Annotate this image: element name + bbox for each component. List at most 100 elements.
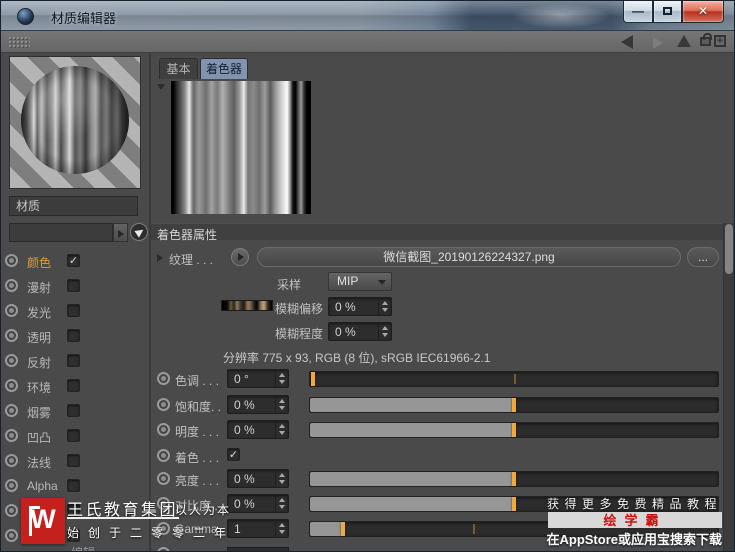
slider-fill xyxy=(310,423,514,437)
close-button[interactable]: ✕ xyxy=(682,1,724,23)
material-preview[interactable] xyxy=(9,56,141,189)
slider-handle[interactable] xyxy=(340,522,345,536)
value-input[interactable]: 0 % xyxy=(227,395,289,414)
slider-center-tick xyxy=(473,524,476,534)
channel-radio[interactable] xyxy=(5,279,18,292)
scrollbar[interactable] xyxy=(723,223,734,551)
material-name-field[interactable]: 材质 xyxy=(9,196,138,216)
slider-handle[interactable] xyxy=(512,497,516,511)
drag-grip-icon[interactable] xyxy=(8,36,30,49)
channel-label[interactable]: 法线 xyxy=(27,454,51,471)
slider-track[interactable] xyxy=(309,422,719,438)
maximize-button[interactable] xyxy=(653,1,682,23)
value-input[interactable]: 0 % xyxy=(227,469,289,488)
channel-label[interactable]: 凹凸 xyxy=(27,429,51,446)
property-radio[interactable] xyxy=(157,472,170,485)
spinner[interactable] xyxy=(378,298,390,315)
channel-label[interactable]: Alpha xyxy=(27,479,58,493)
channel-label[interactable]: 颜色 xyxy=(27,254,51,271)
slider-handle[interactable] xyxy=(512,398,516,412)
channel-checkbox[interactable] xyxy=(67,479,80,492)
property-radio[interactable] xyxy=(157,449,170,462)
channel-radio[interactable] xyxy=(5,254,18,267)
expander-triangle-icon[interactable] xyxy=(157,254,163,262)
texture-shader-button[interactable] xyxy=(231,248,249,266)
up-arrow-icon[interactable] xyxy=(677,35,691,47)
channel-radio[interactable] xyxy=(5,504,18,517)
property-radio[interactable] xyxy=(157,398,170,411)
slider-handle[interactable] xyxy=(512,472,516,486)
channel-radio[interactable] xyxy=(5,404,18,417)
colorize-checkbox[interactable] xyxy=(227,448,240,461)
value-input[interactable]: 0 % xyxy=(227,494,289,513)
slider-handle[interactable] xyxy=(311,372,315,386)
slider-fill xyxy=(310,522,343,536)
channel-radio[interactable] xyxy=(5,379,18,392)
value-input[interactable]: 1 xyxy=(227,519,289,538)
property-radio[interactable] xyxy=(157,423,170,436)
channel-label[interactable]: 漫射 xyxy=(27,279,51,296)
spinner[interactable] xyxy=(378,323,390,340)
channel-label[interactable]: 环境 xyxy=(27,379,51,396)
channel-label[interactable]: 透明 xyxy=(27,329,51,346)
spinner[interactable] xyxy=(275,470,287,487)
sampling-dropdown[interactable]: MIP xyxy=(328,272,392,291)
channel-checkbox[interactable] xyxy=(67,329,80,342)
channel-radio[interactable] xyxy=(5,529,18,542)
channel-radio[interactable] xyxy=(5,479,18,492)
property-radio[interactable] xyxy=(157,372,170,385)
texture-label: 纹理 . . . xyxy=(169,253,214,267)
spinner[interactable] xyxy=(275,396,287,413)
channel-radio[interactable] xyxy=(5,454,18,467)
channel-checkbox[interactable] xyxy=(67,454,80,467)
add-icon[interactable]: + xyxy=(714,35,726,47)
collapse-arrow-icon[interactable] xyxy=(157,84,165,90)
pick-cursor-button[interactable] xyxy=(130,223,148,241)
channel-checkbox[interactable] xyxy=(67,304,80,317)
channel-checkbox[interactable] xyxy=(67,429,80,442)
property-label: 饱和度. . xyxy=(175,400,222,414)
channel-checkbox[interactable] xyxy=(67,354,80,367)
channel-checkbox[interactable] xyxy=(67,404,80,417)
channel-label[interactable]: 反射 xyxy=(27,354,51,371)
texture-file-button[interactable]: 微信截图_20190126224327.png xyxy=(257,247,681,267)
channel-label[interactable]: 发光 xyxy=(27,304,51,321)
property-label: 色调 . . . xyxy=(175,374,220,388)
slider-handle[interactable] xyxy=(512,423,516,437)
minimize-button[interactable]: — xyxy=(623,1,653,23)
section-title: 着色器属性 xyxy=(157,228,218,242)
channel-radio[interactable] xyxy=(5,304,18,317)
spinner[interactable] xyxy=(275,495,287,512)
property-label: 亮度 . . . xyxy=(175,474,220,488)
spinner[interactable] xyxy=(275,370,287,387)
channel-checkbox[interactable] xyxy=(67,279,80,292)
channel-checkbox[interactable] xyxy=(67,254,80,267)
channel-radio[interactable] xyxy=(5,329,18,342)
tab-shader[interactable]: 着色器 xyxy=(200,58,248,79)
scrollbar-thumb[interactable] xyxy=(725,224,733,274)
preset-dropdown-button[interactable] xyxy=(113,223,128,242)
edit-tab[interactable]: 编辑 xyxy=(71,544,95,551)
channel-checkbox[interactable] xyxy=(67,379,80,392)
next-row-input[interactable] xyxy=(227,547,289,551)
slider-track[interactable] xyxy=(309,471,719,487)
blur-offset-input[interactable]: 0 % xyxy=(328,297,392,316)
channel-label[interactable]: 烟雾 xyxy=(27,404,51,421)
titlebar[interactable]: 材质编辑器 — ✕ xyxy=(1,1,734,31)
spinner[interactable] xyxy=(275,421,287,438)
value-input[interactable]: 0 ° xyxy=(227,369,289,388)
slider-track[interactable] xyxy=(309,397,719,413)
spinner[interactable] xyxy=(275,520,287,537)
lock-icon[interactable] xyxy=(700,33,712,46)
back-arrow-icon[interactable] xyxy=(621,35,633,49)
preset-field[interactable] xyxy=(9,223,113,242)
texture-browse-button[interactable]: ... xyxy=(687,247,719,267)
channel-radio[interactable] xyxy=(5,354,18,367)
tab-basic[interactable]: 基本 xyxy=(159,58,198,79)
slider-fill xyxy=(310,398,514,412)
blur-scale-input[interactable]: 0 % xyxy=(328,322,392,341)
channel-radio[interactable] xyxy=(5,429,18,442)
value-input[interactable]: 0 % xyxy=(227,420,289,439)
forward-arrow-icon[interactable] xyxy=(653,37,663,49)
slider-track[interactable] xyxy=(309,371,719,387)
